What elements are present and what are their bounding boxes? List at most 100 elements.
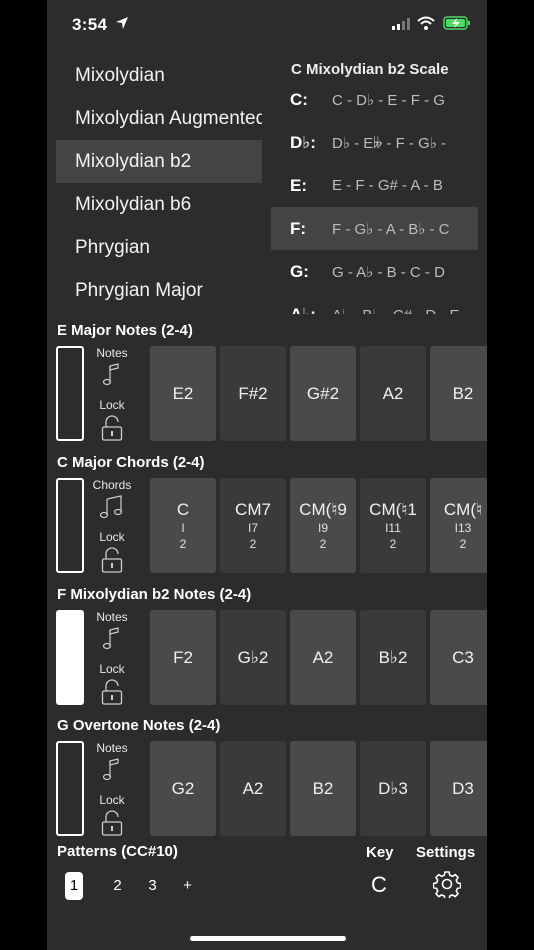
pad-cell[interactable]: CM(♮1 I11 2 — [360, 478, 426, 573]
unlock-icon[interactable] — [88, 415, 136, 446]
pad-cell[interactable]: A2 — [290, 610, 356, 705]
pad-cell-name: A2 — [242, 778, 264, 798]
music-note-icon[interactable] — [88, 758, 136, 787]
scale-list-item[interactable]: Mixolydian Augmented — [56, 97, 262, 140]
pad-group-controls: Notes Lock — [88, 741, 136, 841]
pad-group-controls: Notes Lock — [88, 610, 136, 710]
pad-cell[interactable]: B2 — [290, 741, 356, 836]
pad-row: F2 G♭2 A2 B♭2 C3 — [150, 610, 487, 705]
pattern-page-button[interactable]: 2 — [100, 872, 135, 900]
lock-label: Lock — [99, 793, 125, 807]
scale-list-item[interactable]: Phrygian Major — [56, 269, 262, 312]
scale-title: C Mixolydian b2 Scale — [291, 61, 449, 78]
pad-cell[interactable]: B♭2 — [360, 610, 426, 705]
add-pattern-button[interactable]: + — [170, 872, 205, 900]
pad-cell[interactable]: C3 — [430, 610, 487, 705]
music-note-icon[interactable] — [88, 363, 136, 392]
scale-degree-row[interactable]: D♭: D♭ - E𝄫 - F - G♭ - — [271, 121, 487, 164]
key-label: Key — [366, 844, 394, 861]
pad-cell[interactable]: CM7 I7 2 — [220, 478, 286, 573]
unlock-icon[interactable] — [88, 679, 136, 710]
pad-cell-octave: 2 — [179, 536, 187, 551]
mode-label: Notes — [96, 346, 128, 360]
pattern-page-button[interactable]: 3 — [135, 872, 170, 900]
pad-group-lock-indicator[interactable] — [56, 478, 84, 573]
pad-cell-name: CM(♮ — [443, 499, 483, 519]
music-note-icon[interactable] — [88, 627, 136, 656]
degree-notes: D♭ - E𝄫 - F - G♭ - — [332, 134, 446, 152]
pad-group-lock-indicator[interactable] — [56, 741, 84, 836]
pad-group-title: C Major Chords (2-4) — [57, 454, 205, 471]
scale-degree-row[interactable]: G: G - A♭ - B - C - D — [271, 250, 487, 293]
degree-key: A♭: — [290, 304, 316, 315]
pad-cell[interactable]: E2 — [150, 346, 216, 441]
pad-cell-name: C3 — [452, 647, 474, 667]
scale-degree-row[interactable]: F: F - G♭ - A - B♭ - C — [271, 207, 478, 250]
pad-cell-octave: 2 — [389, 536, 397, 551]
status-bar: 3:54 — [47, 0, 487, 50]
pad-cell-octave: 2 — [249, 536, 257, 551]
pad-cell-degree: I7 — [247, 520, 258, 535]
pad-cell[interactable]: CM(♮9 I9 2 — [290, 478, 356, 573]
pad-cell[interactable]: G♭2 — [220, 610, 286, 705]
degree-notes: G - A♭ - B - C - D — [332, 263, 445, 281]
pad-cell[interactable]: G2 — [150, 741, 216, 836]
status-time: 3:54 — [72, 15, 108, 34]
scale-degree-row[interactable]: A♭: A♭ - B♭ - C# - D - E — [271, 293, 487, 315]
pad-cell-name: D3 — [452, 778, 474, 798]
patterns-label: Patterns (CC#10) — [57, 843, 178, 860]
pad-cell-name: E2 — [172, 383, 194, 403]
pad-cell[interactable]: D♭3 — [360, 741, 426, 836]
pad-cell-degree: I9 — [317, 520, 328, 535]
pad-cell-name: A2 — [382, 383, 404, 403]
scale-degree-list[interactable]: C: C - D♭ - E - F - G D♭: D♭ - E𝄫 - F - G♭ … — [271, 78, 487, 314]
degree-notes: A♭ - B♭ - C# - D - E — [332, 306, 460, 315]
scale-degree-row[interactable]: E: E - F - G# - A - B — [271, 164, 487, 207]
battery-charging-icon — [443, 16, 470, 30]
degree-notes: F - G♭ - A - B♭ - C — [332, 220, 450, 238]
pad-cell[interactable]: G#2 — [290, 346, 356, 441]
scale-degree-row[interactable]: C: C - D♭ - E - F - G — [271, 78, 487, 121]
scale-list-item[interactable]: Mixolydian — [56, 54, 262, 97]
unlock-icon[interactable] — [88, 547, 136, 578]
degree-key: C: — [290, 89, 308, 109]
pad-cell[interactable]: A2 — [220, 741, 286, 836]
unlock-icon[interactable] — [88, 810, 136, 841]
degree-key: G: — [290, 261, 309, 281]
chord-notes-icon[interactable] — [88, 495, 136, 524]
pad-cell-degree: I — [181, 520, 185, 535]
pad-group-title: G Overtone Notes (2-4) — [57, 717, 221, 734]
pad-group-lock-indicator[interactable] — [56, 610, 84, 705]
scale-list-item[interactable]: Phrygian — [56, 226, 262, 269]
mode-label: Chords — [92, 478, 132, 492]
pad-cell-name: B2 — [312, 778, 334, 798]
pad-cell[interactable]: CI2 — [150, 478, 216, 573]
pattern-page-button[interactable]: 1 — [65, 872, 83, 900]
degree-key: F: — [290, 218, 307, 238]
pad-cell-name: CM7 — [235, 499, 271, 519]
degree-notes: C - D♭ - E - F - G — [332, 91, 445, 109]
pad-cell-name: D♭3 — [378, 778, 408, 798]
gear-icon[interactable] — [433, 870, 461, 898]
pad-cell-name: F#2 — [238, 383, 268, 403]
key-selector[interactable]: C — [371, 872, 387, 898]
scale-list[interactable]: Mixolydian Mixolydian Augmented Mixolydian… — [56, 54, 262, 314]
pad-cell[interactable]: B2 — [430, 346, 487, 441]
pad-cell[interactable]: F2 — [150, 610, 216, 705]
pad-cell-degree: I13 — [454, 520, 472, 535]
pad-cell-name: F2 — [173, 647, 193, 667]
app-screen: 3:54 Mixolydian Mixolydian Augmented Mixol… — [47, 0, 487, 950]
lock-label: Lock — [99, 530, 125, 544]
pad-cell[interactable]: D3 — [430, 741, 487, 836]
scale-list-item[interactable]: Mixolydian b2 — [56, 140, 262, 183]
pad-cell[interactable]: F#2 — [220, 346, 286, 441]
pad-cell-name: A2 — [312, 647, 334, 667]
pad-cell-octave: 2 — [319, 536, 327, 551]
home-indicator — [190, 936, 346, 941]
pad-group-lock-indicator[interactable] — [56, 346, 84, 441]
scale-list-item[interactable]: Mixolydian b6 — [56, 183, 262, 226]
pad-cell[interactable]: CM(♮ I13 2 — [430, 478, 487, 573]
pad-cell-name: B2 — [452, 383, 474, 403]
pad-cell[interactable]: A2 — [360, 346, 426, 441]
pad-row: G2 A2 B2 D♭3 D3 — [150, 741, 487, 836]
